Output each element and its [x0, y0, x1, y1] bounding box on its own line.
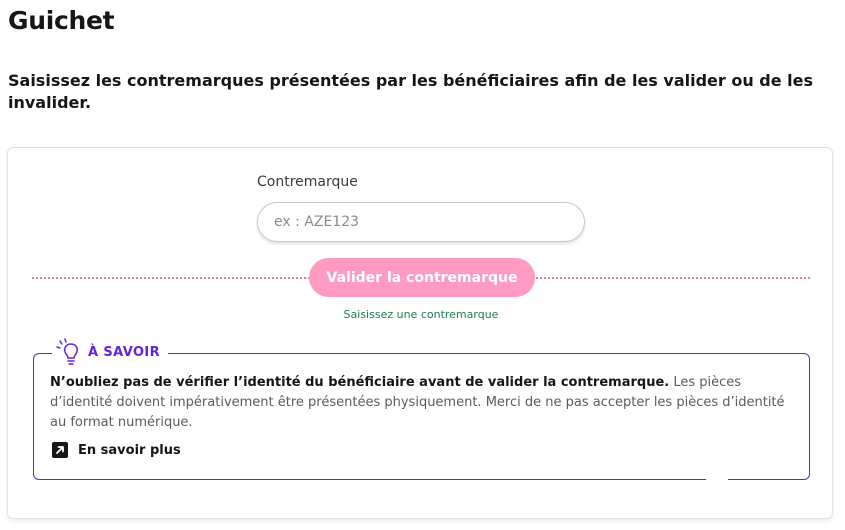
info-callout: À SAVOIR N’oubliez pas de vérifier l’ide…: [33, 338, 810, 483]
external-link-icon: [52, 442, 68, 458]
info-callout-title: À SAVOIR: [88, 344, 161, 360]
page-title: Guichet: [8, 6, 115, 35]
learn-more-link[interactable]: En savoir plus: [52, 442, 181, 458]
validate-contremarque-button[interactable]: Valider la contremarque: [309, 258, 535, 297]
helper-text: Saisissez une contremarque: [343, 308, 499, 321]
page-intro: Saisissez les contremarques présentées p…: [8, 71, 814, 112]
border-gap: [706, 477, 728, 483]
info-callout-text: N’oubliez pas de vérifier l’identité du …: [50, 373, 795, 433]
guichet-page: Guichet Saisissez les contremarques prés…: [0, 0, 845, 530]
contremarque-label: Contremarque: [257, 174, 358, 190]
info-callout-header: À SAVOIR: [52, 338, 169, 366]
contremarque-card: Contremarque Valider la contremarque Sai…: [7, 147, 833, 519]
learn-more-label: En savoir plus: [78, 442, 181, 458]
contremarque-input[interactable]: [257, 202, 585, 242]
info-callout-text-strong: N’oubliez pas de vérifier l’identité du …: [50, 375, 670, 390]
lightbulb-icon: [56, 338, 79, 365]
